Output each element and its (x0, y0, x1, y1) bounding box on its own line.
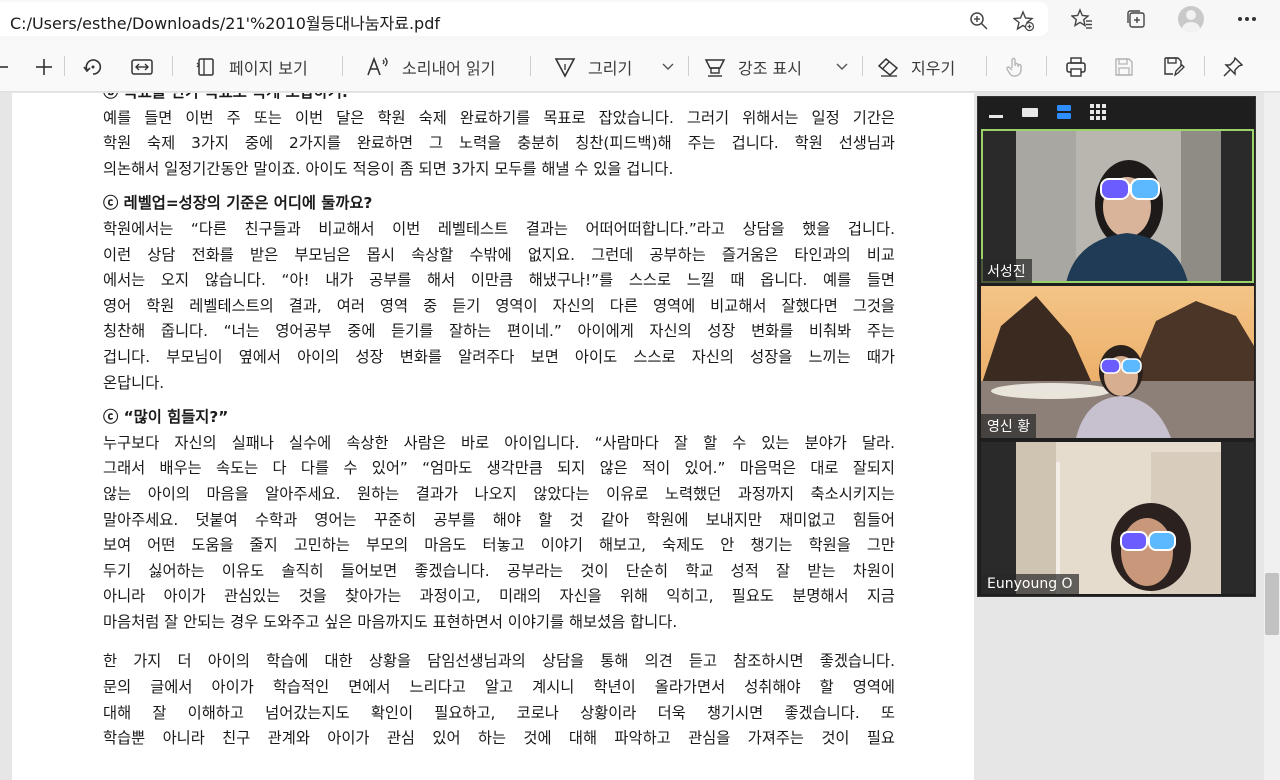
save-icon[interactable] (1114, 53, 1134, 81)
video-call-panel: 서성진 영신 황 Eunyoung O (977, 96, 1256, 597)
read-aloud-label: 소리내어 읽기 (402, 59, 496, 78)
profile-avatar[interactable] (1178, 6, 1204, 32)
read-aloud-icon (367, 56, 388, 76)
participant-video (981, 442, 1254, 594)
text-line: 학습뿐 아니라 친구 관계와 아이가 관심 있어 하는 것에 대해 파악하고 관… (103, 729, 895, 748)
draw-options-chevron-icon[interactable] (662, 53, 674, 81)
text-line: 아니라 아이가 관심있는 것을 찾아가는 과정이고, 미래의 자신을 위해 익히… (103, 587, 895, 606)
text-line: 학원에서는 “다른 친구들과 비교해서 이번 레벨테스트 결과는 어떠어떠합니다… (103, 219, 895, 238)
toolbar-divider (172, 56, 173, 76)
fit-width-icon[interactable] (131, 53, 153, 81)
text-line: 예를 들면 이번 주 또는 이번 달은 학원 숙제 완료하기를 목표로 잡았습니… (103, 108, 895, 127)
participant-tile[interactable]: 영신 황 (981, 286, 1254, 438)
minimize-view-icon[interactable] (984, 101, 1008, 123)
view-mode-switcher (984, 101, 1110, 123)
erase-button[interactable]: 지우기 (877, 53, 955, 81)
vertical-scrollbar[interactable] (1264, 93, 1280, 780)
toolbar-divider (688, 56, 689, 76)
toolbar-divider (986, 56, 987, 76)
gallery-view-icon[interactable] (1086, 101, 1110, 123)
draw-button[interactable]: 그리기 (554, 53, 632, 81)
page-view-label: 페이지 보기 (229, 59, 308, 78)
zoom-icon[interactable] (965, 7, 993, 35)
participant-name: 영신 황 (981, 414, 1037, 438)
partial-heading: ⓑ 목표를 한가 목표도 목게 조합하기. (103, 93, 895, 106)
participant-tile[interactable]: 서성진 (981, 129, 1254, 283)
zoom-in-icon[interactable] (34, 53, 54, 81)
address-bar: C:/Users/esthe/Downloads/21'%2010월등대나눔자료… (0, 0, 1280, 40)
participant-name: Eunyoung O (981, 574, 1079, 594)
text-line: 그래서 배우는 속도는 다 다를 수 있어” “엄마도 생각만큼 되지 않은 적… (103, 459, 895, 478)
toolbar-divider (1204, 56, 1205, 76)
text-line: 에서는 오지 않습니다. “아! 내가 공부를 해서 이만큼 해냈구나!”를 스… (103, 271, 895, 290)
thumbnail-view-icon[interactable] (1018, 101, 1042, 123)
toolbar-divider (1046, 56, 1047, 76)
text-line: 겁니다. 부모님이 옆에서 아이의 성장 변화를 알려주다 보면 아이도 스스로… (103, 347, 895, 366)
save-as-icon[interactable] (1163, 53, 1185, 81)
add-favorite-icon[interactable] (1010, 7, 1038, 35)
section-heading: ⓒ “많이 힘들지?” (103, 408, 229, 427)
pin-toolbar-icon[interactable] (1222, 53, 1244, 81)
pdf-toolbar: 페이지 보기 소리내어 읽기 그리기 강조 표시 지우기 (0, 40, 1280, 92)
participant-name: 서성진 (981, 259, 1032, 283)
draw-label: 그리기 (588, 59, 633, 78)
read-aloud-button[interactable]: 소리내어 읽기 (366, 53, 495, 81)
participant-tile[interactable]: Eunyoung O (981, 442, 1254, 594)
highlight-options-chevron-icon[interactable] (836, 53, 848, 81)
text-line: 한 가지 더 아이의 학습에 대한 상황을 담임선생님과의 상담을 통해 의견 … (103, 652, 895, 671)
text-line: 영어 학원 레벨테스트의 결과, 여러 영역 중 듣기 영역이 자신의 다른 영… (103, 296, 895, 315)
text-line: 마음처럼 잘 안되는 경우 도와주고 싶은 마음까지도 표현하면서 이야기를 해… (103, 612, 678, 631)
print-icon[interactable] (1065, 53, 1087, 81)
text-line: 온답니다. (103, 373, 165, 392)
text-line: 누구보다 자신의 실패나 실수에 속상한 사람은 바로 아이입니다. “사람마다… (103, 433, 895, 452)
touch-write-icon[interactable] (1004, 53, 1026, 81)
text-line: 말아주세요. 덧붙여 수학과 영어는 꾸준히 공부를 해야 할 것 같아 학원에… (103, 510, 895, 529)
highlighter-icon (704, 59, 726, 77)
text-line: 두기 싫어하는 이유도 솔직히 들어보면 좋겠습니다. 공부라는 것이 단순히 … (103, 561, 895, 580)
page-view-icon (196, 58, 214, 76)
text-line: 학원 숙제 3가지 중에 2가지를 완료하면 그 노력을 충분히 칭찬(피드백)… (103, 134, 895, 153)
text-line: 대해 잘 이해하고 넘어갔는지도 확인이 필요하고, 코로나 상황이라 더욱 챙… (103, 703, 895, 722)
page-content: ⓑ 목표를 한가 목표도 목게 조합하기. 예를 들면 이번 주 또는 이번 달… (103, 93, 895, 752)
draw-icon (554, 58, 576, 78)
scrollbar-thumb[interactable] (1265, 573, 1279, 635)
text-line: 칭찬해 줍니다. “너는 영어공부 중에 듣기를 잘하는 편이네.” 아이에게 … (103, 322, 895, 341)
toolbar-divider (342, 56, 343, 76)
erase-label: 지우기 (911, 59, 956, 78)
text-line: 의논해서 일정기간동안 말이죠. 아이도 적응이 좀 되면 3가지 모두를 해낼… (103, 159, 674, 178)
zoom-out-icon[interactable] (0, 53, 10, 81)
text-line: 이런 상담 전화를 받은 부모님은 몹시 속상할 수밖에 없지요. 그런데 공부… (103, 245, 895, 264)
eraser-icon (877, 57, 899, 77)
speaker-view-icon[interactable] (1052, 101, 1076, 123)
section-heading: ⓒ 레벨업=성장의 기준은 어디에 둘까요? (103, 194, 373, 213)
toolbar-divider (530, 56, 531, 76)
more-icon[interactable] (1233, 5, 1261, 33)
text-line: 않는 아이의 마음을 알아주세요. 원하는 결과가 나오지 않았다는 이유로 노… (103, 484, 895, 503)
toolbar-divider (862, 56, 863, 76)
highlight-button[interactable]: 강조 표시 (704, 53, 802, 81)
url-field[interactable]: C:/Users/esthe/Downloads/21'%2010월등대나눔자료… (0, 2, 1048, 36)
pdf-page[interactable]: ⓑ 목표를 한가 목표도 목게 조합하기. 예를 들면 이번 주 또는 이번 달… (12, 93, 974, 780)
favorites-icon[interactable] (1068, 5, 1096, 33)
text-line: 문의 글에서 아이가 학습적인 면에서 느리다고 알고 계시니 학년이 올라가면… (103, 678, 895, 697)
page-view-button[interactable]: 페이지 보기 (195, 53, 308, 81)
highlight-label: 강조 표시 (738, 59, 802, 78)
url-text[interactable]: C:/Users/esthe/Downloads/21'%2010월등대나눔자료… (10, 10, 440, 34)
text-line: 보여 어떤 도움을 줄지 고민하는 부모의 마음도 터놓고 이야기 해보고, 숙… (103, 536, 895, 555)
rotate-icon[interactable] (82, 53, 104, 81)
collections-icon[interactable] (1122, 5, 1150, 33)
toolbar-divider (64, 56, 65, 76)
